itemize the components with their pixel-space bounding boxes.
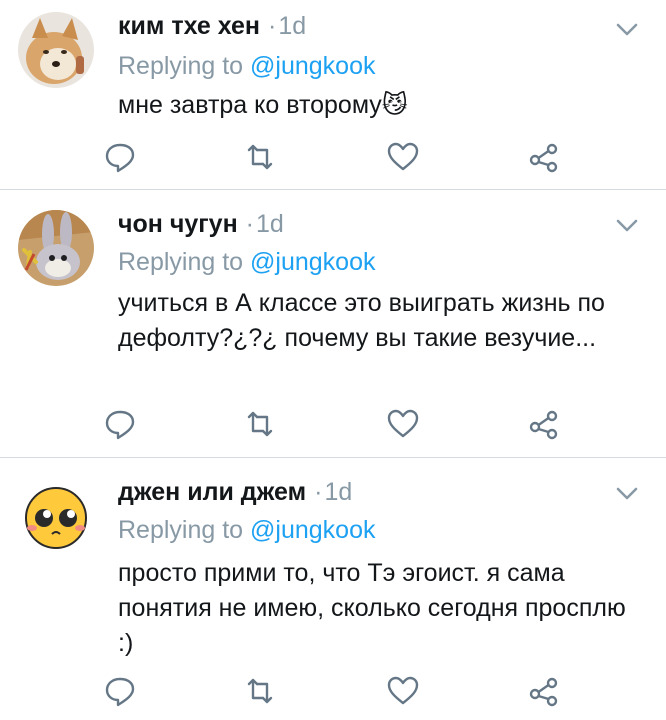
action-bar: [0, 140, 666, 174]
reply-context: Replying to @jungkook: [118, 248, 375, 277]
tweet-1[interactable]: ким тхе хен · 1d Replying to @jungkook м…: [0, 0, 666, 190]
chevron-down-icon[interactable]: [612, 216, 642, 236]
separator-dot: ·: [245, 210, 254, 238]
timestamp[interactable]: 1d: [278, 12, 306, 41]
like-button[interactable]: [386, 140, 420, 174]
reply-button[interactable]: [103, 407, 137, 441]
reply-icon: [105, 677, 135, 707]
tweet-text-body: мне завтра ко второму: [118, 91, 382, 119]
author-name[interactable]: джен или джем: [118, 478, 306, 507]
avatar[interactable]: [18, 210, 94, 286]
shiba-dog-avatar-icon: [18, 12, 94, 88]
reply-icon: [105, 410, 135, 440]
heart-icon: [387, 142, 419, 171]
timestamp[interactable]: 1d: [324, 478, 352, 507]
avatar[interactable]: [18, 12, 94, 88]
bugs-bunny-avatar-icon: [18, 210, 94, 286]
action-bar: [0, 407, 666, 441]
retweet-icon: [247, 678, 273, 704]
crying-emoji-avatar-icon: [18, 478, 94, 554]
share-icon: [529, 143, 558, 173]
tweet-text: учиться в А классе это выиграть жизнь по…: [118, 289, 605, 352]
separator-dot: ·: [314, 478, 323, 506]
retweet-button[interactable]: [243, 140, 277, 174]
share-button[interactable]: [527, 140, 561, 174]
share-icon: [529, 410, 558, 440]
action-bar: [0, 674, 666, 708]
like-button[interactable]: [386, 407, 420, 441]
reply-prefix: Replying to: [118, 516, 244, 544]
heart-icon: [387, 676, 419, 705]
chevron-down-icon[interactable]: [612, 20, 642, 40]
retweet-button[interactable]: [243, 407, 277, 441]
heart-icon: [387, 409, 419, 438]
reply-handle-link[interactable]: @jungkook: [250, 248, 375, 276]
reply-context: Replying to @jungkook: [118, 516, 375, 545]
author-name[interactable]: чон чугун: [118, 210, 238, 239]
share-button[interactable]: [527, 674, 561, 708]
separator-dot: ·: [267, 12, 277, 40]
author-name[interactable]: ким тхе хен: [118, 12, 260, 41]
reply-icon: [105, 143, 135, 173]
reply-prefix: Replying to: [118, 248, 244, 276]
reply-handle-link[interactable]: @jungkook: [250, 516, 375, 544]
like-button[interactable]: [386, 674, 420, 708]
share-icon: [529, 677, 558, 707]
timestamp[interactable]: 1d: [256, 210, 284, 239]
retweet-icon: [247, 411, 273, 437]
share-button[interactable]: [527, 407, 561, 441]
reply-context: Replying to @jungkook: [118, 52, 375, 81]
reply-button[interactable]: [103, 140, 137, 174]
reply-prefix: Replying to: [118, 52, 244, 80]
reply-button[interactable]: [103, 674, 137, 708]
tweet-3[interactable]: джен или джем · 1d Replying to @jungkook…: [0, 458, 666, 720]
avatar[interactable]: [18, 478, 94, 554]
tweet-text: мне завтра ко второму😼: [118, 88, 638, 123]
retweet-icon: [247, 144, 273, 170]
tweet-2[interactable]: чон чугун · 1d Replying to @jungkook учи…: [0, 190, 666, 458]
reply-handle-link[interactable]: @jungkook: [250, 52, 375, 80]
tweet-text: просто прими то, что Тэ эгоист. я сама п…: [118, 559, 626, 657]
chevron-down-icon[interactable]: [612, 484, 642, 504]
retweet-button[interactable]: [243, 674, 277, 708]
cat-emoji-icon: 😼: [381, 91, 408, 119]
